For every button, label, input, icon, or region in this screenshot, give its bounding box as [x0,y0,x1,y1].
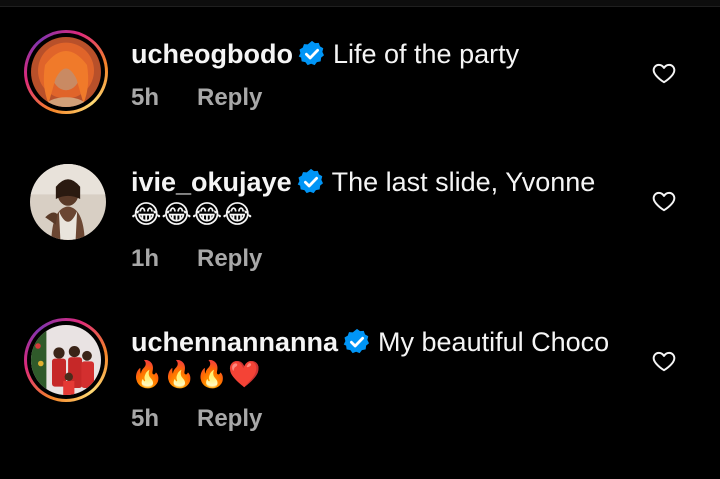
comment-meta: 5h Reply [131,405,262,433]
comment-meta: 1h Reply [131,245,262,273]
comment-line: ivie_okujaye The last slide, Yvonne [131,165,595,199]
comment-emojis: 🔥🔥🔥❤️ [131,360,261,390]
reply-button[interactable]: Reply [197,405,262,433]
top-divider [0,0,720,7]
comment-line: uchennannanna My beautiful Choco [131,325,609,359]
comment-timestamp: 5h [131,84,160,111]
username-link[interactable]: ivie_okujaye [131,167,292,197]
comment-timestamp: 1h [131,245,160,272]
comment-line: ucheogbodo Life of the party [131,37,519,71]
username-link[interactable]: ucheogbodo [131,39,293,69]
like-heart-icon[interactable] [651,60,677,86]
story-ring[interactable] [24,318,108,402]
verified-badge-icon [342,327,372,357]
verified-badge-icon [296,167,326,197]
username-link[interactable]: uchennannanna [131,327,338,357]
comment-meta: 5h Reply [131,84,262,112]
reply-button[interactable]: Reply [197,245,262,273]
verified-badge-icon [297,39,327,69]
comment-text: Life of the party [332,39,520,69]
comment-emojis: 😂😂😂😂 [131,200,253,230]
comment-text: My beautiful Choco [378,327,610,357]
like-heart-icon[interactable] [651,188,677,214]
comment-timestamp: 5h [131,405,160,432]
avatar [31,37,101,107]
avatar-wrapper[interactable] [30,164,106,240]
like-heart-icon[interactable] [651,348,677,374]
avatar [30,164,106,240]
comment-text: The last slide, Yvonne [331,167,596,197]
story-ring[interactable] [24,30,108,114]
avatar [31,325,101,395]
reply-button[interactable]: Reply [197,84,262,112]
